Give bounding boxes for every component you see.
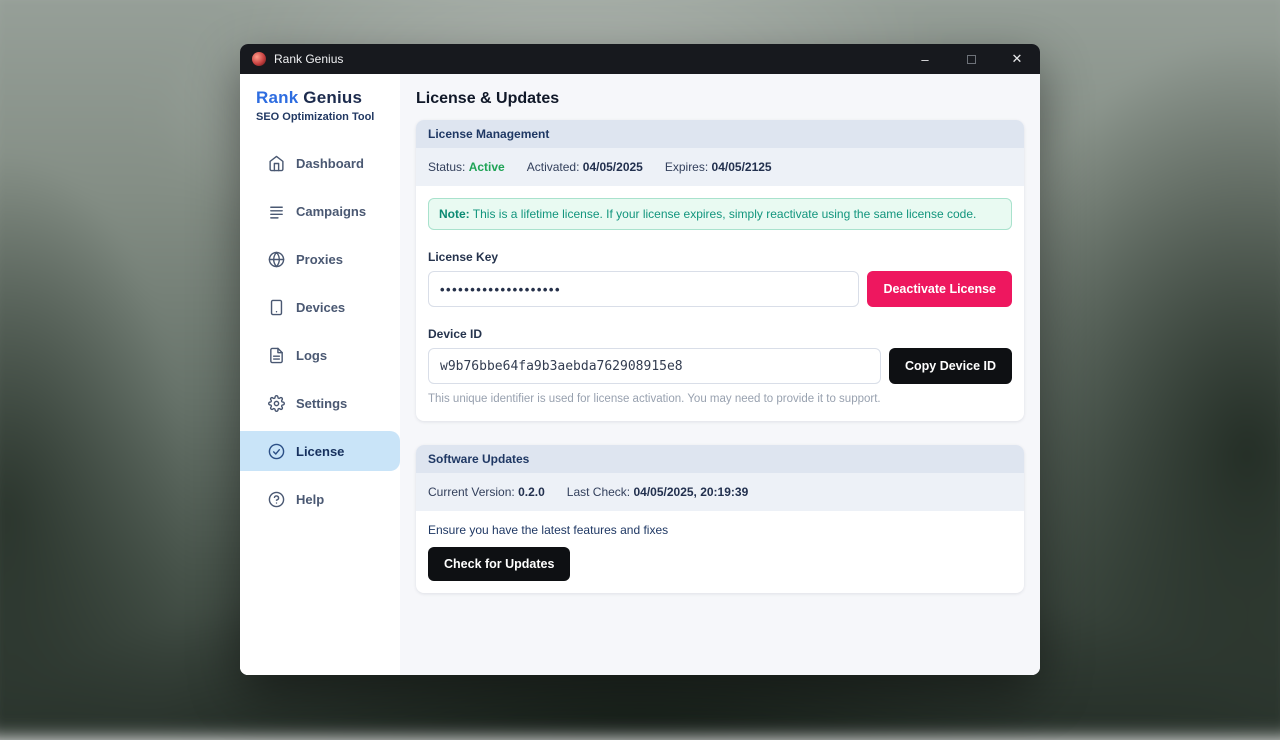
maximize-icon (967, 55, 976, 64)
minimize-button[interactable]: – (902, 44, 948, 74)
version-value: 0.2.0 (518, 485, 545, 499)
activated-value: 04/05/2025 (583, 160, 643, 174)
titlebar[interactable]: Rank Genius – ✕ (240, 44, 1040, 74)
license-status-row: Status: Active Activated: 04/05/2025 Exp… (416, 148, 1024, 186)
sidebar-item-label: Devices (296, 300, 345, 315)
close-button[interactable]: ✕ (994, 44, 1040, 74)
globe-icon (268, 251, 285, 268)
updates-status-row: Current Version: 0.2.0 Last Check: 04/05… (416, 473, 1024, 511)
license-key-input[interactable] (428, 271, 859, 307)
activated-field: Activated: 04/05/2025 (527, 160, 643, 174)
device-id-hint: This unique identifier is used for licen… (428, 393, 1012, 409)
last-check-label: Last Check: (567, 485, 630, 499)
copy-device-id-button[interactable]: Copy Device ID (889, 348, 1012, 384)
help-icon (268, 491, 285, 508)
sidebar-item-label: Help (296, 492, 324, 507)
window-title: Rank Genius (274, 52, 343, 66)
note-text: This is a lifetime license. If your lice… (470, 207, 977, 221)
app-window: Rank Genius – ✕ Rank Genius SEO Optimiza… (240, 44, 1040, 675)
last-check-field: Last Check: 04/05/2025, 20:19:39 (567, 485, 748, 499)
sidebar-item-proxies[interactable]: Proxies (240, 239, 400, 279)
expires-value: 04/05/2125 (712, 160, 772, 174)
app-icon (252, 52, 266, 66)
deactivate-license-button[interactable]: Deactivate License (867, 271, 1012, 307)
sidebar-item-logs[interactable]: Logs (240, 335, 400, 375)
check-for-updates-button[interactable]: Check for Updates (428, 547, 570, 581)
sidebar-item-label: Settings (296, 396, 347, 411)
expires-field: Expires: 04/05/2125 (665, 160, 772, 174)
sidebar-item-settings[interactable]: Settings (240, 383, 400, 423)
sidebar-item-label: Logs (296, 348, 327, 363)
sidebar-item-license[interactable]: License (240, 431, 400, 471)
updates-hint: Ensure you have the latest features and … (428, 523, 1012, 537)
status-value: Active (469, 160, 505, 174)
software-updates-card: Software Updates Current Version: 0.2.0 … (416, 445, 1024, 593)
expires-label: Expires: (665, 160, 708, 174)
logo-text-genius: Genius (298, 88, 362, 107)
last-check-value: 04/05/2025, 20:19:39 (633, 485, 748, 499)
updates-card-header: Software Updates (416, 445, 1024, 473)
license-key-label: License Key (428, 250, 1012, 264)
sidebar-nav: Dashboard Campaigns Proxies Devices Logs (240, 143, 400, 519)
sidebar: Rank Genius SEO Optimization Tool Dashbo… (240, 74, 400, 675)
app-logo: Rank Genius SEO Optimization Tool (240, 88, 400, 123)
version-field: Current Version: 0.2.0 (428, 485, 545, 499)
main-content: License & Updates License Management Sta… (400, 74, 1040, 675)
sidebar-item-label: License (296, 444, 344, 459)
lifetime-license-note: Note: This is a lifetime license. If you… (428, 198, 1012, 230)
device-id-input[interactable] (428, 348, 881, 384)
logo-text-rank: Rank (256, 88, 298, 107)
version-label: Current Version: (428, 485, 515, 499)
note-label: Note: (439, 207, 470, 221)
list-icon (268, 203, 285, 220)
license-check-icon (268, 443, 285, 460)
sidebar-item-label: Proxies (296, 252, 343, 267)
sidebar-item-help[interactable]: Help (240, 479, 400, 519)
gear-icon (268, 395, 285, 412)
sidebar-item-label: Campaigns (296, 204, 366, 219)
device-id-label: Device ID (428, 327, 1012, 341)
smartphone-icon (268, 299, 285, 316)
sidebar-item-devices[interactable]: Devices (240, 287, 400, 327)
home-icon (268, 155, 285, 172)
license-management-card: License Management Status: Active Activa… (416, 120, 1024, 421)
license-card-header: License Management (416, 120, 1024, 148)
sidebar-item-label: Dashboard (296, 156, 364, 171)
sidebar-item-campaigns[interactable]: Campaigns (240, 191, 400, 231)
status-field: Status: Active (428, 160, 505, 174)
page-title: License & Updates (416, 90, 1024, 108)
sidebar-item-dashboard[interactable]: Dashboard (240, 143, 400, 183)
logo-subtitle: SEO Optimization Tool (256, 111, 400, 123)
activated-label: Activated: (527, 160, 580, 174)
status-label: Status: (428, 160, 465, 174)
maximize-button[interactable] (948, 44, 994, 74)
document-icon (268, 347, 285, 364)
